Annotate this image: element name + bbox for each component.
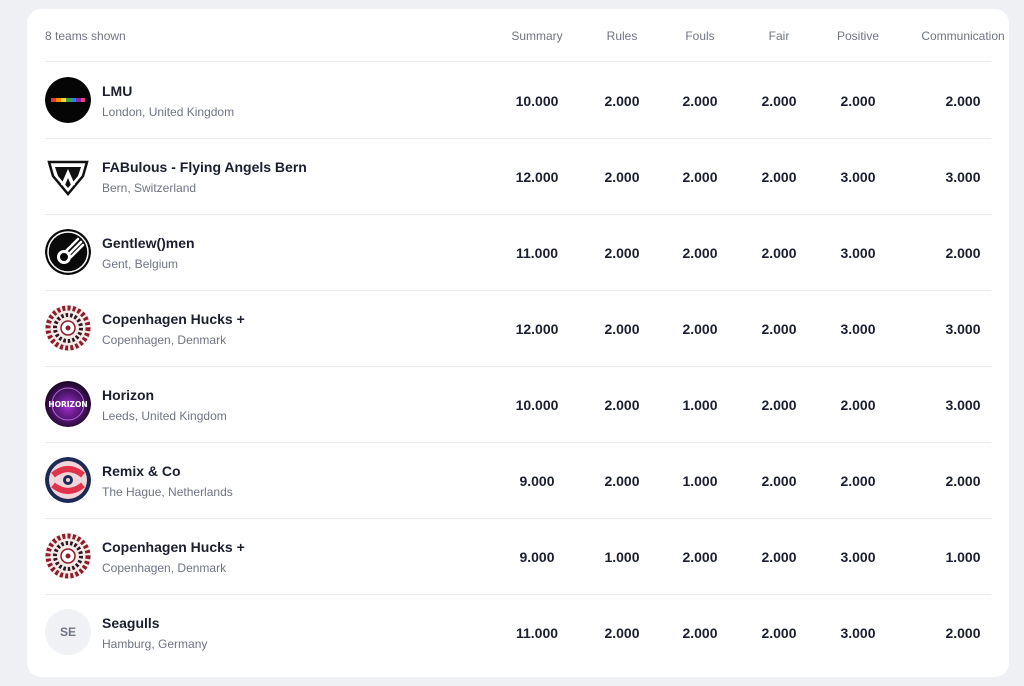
communication-value: 2.000 — [945, 473, 981, 489]
table-row[interactable]: SE Seagulls Hamburg, Germany 11.000 2.00… — [45, 594, 991, 670]
team-location: Hamburg, Germany — [102, 637, 208, 651]
positive-value: 3.000 — [840, 245, 876, 261]
positive-value: 3.000 — [840, 549, 876, 565]
fab-logo-icon — [45, 153, 91, 199]
copenhagen-logo-icon — [45, 533, 91, 579]
avatar-initials: SE — [59, 625, 76, 639]
communication-value: 2.000 — [945, 625, 981, 641]
communication-value: 3.000 — [945, 169, 981, 185]
horizon-logo-text: HORIZON — [48, 400, 87, 409]
lmu-logo-icon — [45, 77, 91, 123]
positive-value: 3.000 — [840, 169, 876, 185]
team-location: Copenhagen, Denmark — [102, 333, 227, 347]
team-location: The Hague, Netherlands — [102, 485, 233, 499]
table-row[interactable]: Copenhagen Hucks + Copenhagen, Denmark 1… — [45, 290, 991, 367]
team-name[interactable]: Seagulls — [102, 615, 160, 631]
table-row[interactable]: Copenhagen Hucks + Copenhagen, Denmark 9… — [45, 518, 991, 595]
teams-table-card: 8 teams shown Summary Rules Fouls Fair P… — [27, 9, 1009, 677]
initials-avatar: SE — [45, 609, 91, 655]
team-location: Copenhagen, Denmark — [102, 561, 227, 575]
remix-logo-icon — [45, 457, 91, 503]
team-location: London, United Kingdom — [102, 105, 235, 119]
positive-value: 3.000 — [840, 321, 876, 337]
team-name[interactable]: Copenhagen Hucks + — [102, 539, 245, 555]
team-location: Gent, Belgium — [102, 257, 179, 271]
table-row[interactable]: Remix & Co The Hague, Netherlands 9.000 … — [45, 442, 991, 519]
horizon-logo-icon: HORIZON — [45, 381, 91, 427]
positive-value: 2.000 — [840, 397, 876, 413]
table-row[interactable]: LMU London, United Kingdom 10.000 2.000 … — [45, 62, 991, 139]
copenhagen-logo-icon — [45, 305, 91, 351]
team-location: Leeds, United Kingdom — [102, 409, 227, 423]
communication-value: 1.000 — [945, 549, 981, 565]
table-header: 8 teams shown Summary Rules Fouls Fair P… — [45, 9, 1005, 62]
team-name[interactable]: Horizon — [102, 387, 154, 403]
positive-value: 3.000 — [840, 625, 876, 641]
team-name[interactable]: Remix & Co — [102, 463, 181, 479]
team-name[interactable]: Copenhagen Hucks + — [102, 311, 245, 327]
team-name[interactable]: FABulous - Flying Angels Bern — [102, 159, 307, 175]
table-row[interactable]: HORIZON Horizon Leeds, United Kingdom 10… — [45, 366, 991, 443]
communication-value: 2.000 — [945, 93, 981, 109]
table-row[interactable]: FABulous - Flying Angels Bern Bern, Swit… — [45, 138, 991, 215]
gentlewomen-logo-icon — [45, 229, 91, 275]
communication-value: 2.000 — [945, 245, 981, 261]
table-row[interactable]: Gentlew()men Gent, Belgium 11.000 2.000 … — [45, 214, 991, 291]
column-header-positive[interactable]: Positive — [798, 29, 918, 43]
communication-value: 3.000 — [945, 397, 981, 413]
positive-value: 2.000 — [840, 93, 876, 109]
team-location: Bern, Switzerland — [102, 181, 197, 195]
teams-count: 8 teams shown — [45, 29, 126, 43]
column-header-communication[interactable]: Communication — [903, 29, 1023, 43]
team-name[interactable]: LMU — [102, 83, 132, 99]
communication-value: 3.000 — [945, 321, 981, 337]
positive-value: 2.000 — [840, 473, 876, 489]
team-name[interactable]: Gentlew()men — [102, 235, 195, 251]
